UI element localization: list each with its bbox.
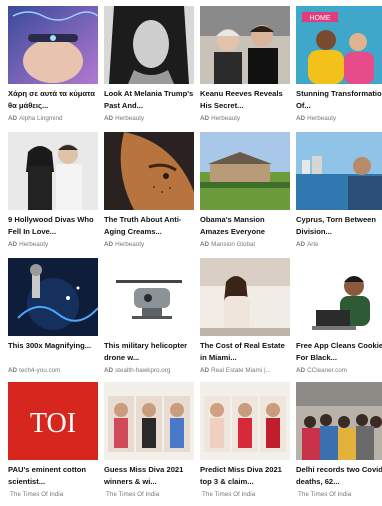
article-title[interactable]: Obama's Mansion Amazes Everyone [200, 214, 292, 238]
ad-badge: AD [296, 241, 306, 248]
article-thumbnail[interactable] [8, 132, 98, 210]
article-source: AD Herbeauty [200, 115, 241, 122]
ad-badge: AD [8, 115, 18, 122]
article-thumbnail[interactable] [296, 382, 382, 460]
article-source: The Times Of India [106, 491, 160, 498]
article-title[interactable]: This military helicopter drone w... [104, 340, 196, 364]
article-title[interactable]: The Truth About Anti-Aging Creams... [104, 214, 196, 238]
article-source: AD Mansion Global [200, 241, 255, 248]
article-source: AD tech4-you.com [8, 367, 61, 374]
article-thumbnail[interactable] [200, 258, 290, 336]
article-thumbnail[interactable] [104, 258, 194, 336]
ad-badge: AD [104, 241, 114, 248]
article-source: AD Alpha Lingmind [8, 115, 63, 122]
article-thumbnail[interactable] [8, 258, 98, 336]
article-card[interactable]: The Cost of Real Estate in Miami... AD Re… [200, 258, 290, 382]
article-source: AD stealth-hawkpro.org [104, 367, 171, 374]
ad-badge: AD [104, 367, 114, 374]
article-title[interactable]: Look At Melania Trump's Past And... [104, 88, 196, 112]
article-card[interactable]: Cyprus, Torn Between Division... AD Arte [296, 132, 382, 256]
article-card[interactable]: The Truth About Anti-Aging Creams... AD H… [104, 132, 194, 256]
article-source: AD Herbeauty [104, 115, 145, 122]
article-title[interactable]: Delhi records two Covid deaths, 62... [296, 464, 382, 488]
article-source: The Times Of India [10, 491, 64, 498]
article-thumbnail[interactable] [296, 132, 382, 210]
article-thumbnail[interactable] [296, 258, 382, 336]
article-thumbnail[interactable] [8, 6, 98, 84]
ad-badge: AD [8, 241, 18, 248]
article-card[interactable]: 9 Hollywood Divas Who Fell In Love... AD… [8, 132, 98, 256]
article-title[interactable]: The Cost of Real Estate in Miami... [200, 340, 292, 364]
article-title[interactable]: 9 Hollywood Divas Who Fell In Love... [8, 214, 100, 238]
article-thumbnail[interactable] [104, 6, 194, 84]
article-thumbnail[interactable]: HOME [296, 6, 382, 84]
ad-badge: AD [200, 115, 210, 122]
article-card[interactable]: Guess Miss Diva 2021 winners & wi... The… [104, 382, 194, 506]
article-thumbnail[interactable] [200, 382, 290, 460]
article-card[interactable]: This 300x Magnifying... AD tech4-you.com [8, 258, 98, 382]
article-thumbnail[interactable] [200, 132, 290, 210]
article-thumbnail[interactable] [104, 382, 194, 460]
article-card[interactable]: TOI PAU's eminent cotton scientist... Th… [8, 382, 98, 506]
article-thumbnail[interactable] [200, 6, 290, 84]
article-thumbnail[interactable] [104, 132, 194, 210]
article-card[interactable]: Keanu Reeves Reveals His Secret... AD Her… [200, 6, 290, 130]
article-source: The Times Of India [298, 491, 352, 498]
article-title[interactable]: This 300x Magnifying... [8, 340, 100, 352]
article-card[interactable]: Look At Melania Trump's Past And... AD He… [104, 6, 194, 130]
article-title[interactable]: Predict Miss Diva 2021 top 3 & claim... [200, 464, 292, 488]
article-source: AD Herbeauty [104, 241, 145, 248]
thumbnail-logo-text: HOME [310, 15, 331, 22]
ad-badge: AD [104, 115, 114, 122]
recommended-articles-grid: Χάρη σε αυτά τα κύματα θα μάθεις... AD Al… [0, 0, 382, 504]
ad-badge: AD [200, 241, 210, 248]
article-title[interactable]: Guess Miss Diva 2021 winners & wi... [104, 464, 196, 488]
article-title[interactable]: Stunning Transformation Of... [296, 88, 382, 112]
article-title[interactable]: Free App Cleans Cookies For Black... [296, 340, 382, 364]
ad-badge: AD [296, 115, 306, 122]
article-card[interactable]: This military helicopter drone w... AD st… [104, 258, 194, 382]
article-source: AD CCleaner.com [296, 367, 348, 374]
article-card[interactable]: Χάρη σε αυτά τα κύματα θα μάθεις... AD Al… [8, 6, 98, 130]
article-title[interactable]: Cyprus, Torn Between Division... [296, 214, 382, 238]
article-source: AD Real Estate Miami |... [200, 367, 271, 374]
article-card[interactable]: Delhi records two Covid deaths, 62... Th… [296, 382, 382, 506]
toi-logo-text: TOI [30, 408, 76, 439]
ad-badge: AD [296, 367, 306, 374]
article-thumbnail[interactable]: TOI [8, 382, 98, 460]
article-title[interactable]: PAU's eminent cotton scientist... [8, 464, 100, 488]
article-card[interactable]: Obama's Mansion Amazes Everyone AD Mansio… [200, 132, 290, 256]
ad-badge: AD [200, 367, 210, 374]
article-source: AD Arte [296, 241, 319, 248]
article-title[interactable]: Χάρη σε αυτά τα κύματα θα μάθεις... [8, 88, 100, 112]
article-card[interactable]: Predict Miss Diva 2021 top 3 & claim... … [200, 382, 290, 506]
article-source: The Times Of India [202, 491, 256, 498]
article-card[interactable]: HOME Stunning Transformation Of... AD Her… [296, 6, 382, 130]
article-source: AD Herbeauty [8, 241, 49, 248]
article-source: AD Herbeauty [296, 115, 337, 122]
article-card[interactable]: Free App Cleans Cookies For Black... AD C… [296, 258, 382, 382]
ad-badge: AD [8, 367, 18, 374]
article-title[interactable]: Keanu Reeves Reveals His Secret... [200, 88, 292, 112]
